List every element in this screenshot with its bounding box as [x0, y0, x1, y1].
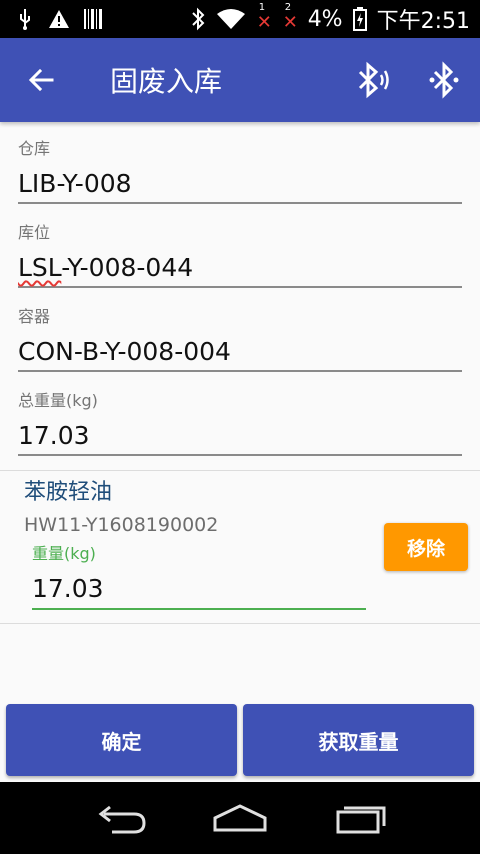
item-weight-label: 重量(kg) [32, 544, 96, 563]
usb-icon [20, 9, 30, 30]
warehouse-label: 仓库 [18, 139, 51, 158]
location-prefix-text: LSL [18, 253, 62, 282]
nav-home-icon[interactable] [210, 800, 270, 836]
container-field[interactable]: CON-B-Y-008-004 [18, 334, 462, 372]
container-label: 容器 [18, 307, 51, 326]
location-field[interactable]: LSL-Y-008-044 [18, 250, 462, 288]
nav-back-icon[interactable] [90, 800, 150, 836]
signal-sim1-icon: 1 ✕ [256, 2, 272, 33]
warning-icon [49, 10, 69, 28]
page-title: 固废入库 [110, 65, 223, 98]
bluetooth-status-icon [191, 7, 205, 31]
total-weight-label: 总重量(kg) [18, 391, 98, 410]
divider-top [0, 470, 480, 471]
bluetooth-audio-icon[interactable] [352, 60, 392, 100]
status-bar: 1 ✕ 2 ✕ 4% 下午2:51 [0, 0, 480, 38]
warehouse-field[interactable]: LIB-Y-008 [18, 166, 462, 204]
divider-bottom [0, 623, 480, 624]
item-weight-field[interactable]: 17.03 [32, 570, 366, 610]
barcode-icon [84, 9, 102, 29]
remove-button[interactable]: 移除 [384, 523, 468, 571]
signal-sim2-icon: 2 ✕ [282, 2, 298, 33]
item-name: 苯胺轻油 [24, 480, 113, 505]
battery-charging-icon [352, 7, 367, 31]
get-weight-button[interactable]: 获取重量 [243, 704, 474, 776]
confirm-button[interactable]: 确定 [6, 704, 237, 776]
total-weight-field[interactable]: 17.03 [18, 418, 462, 456]
wifi-icon [216, 9, 245, 29]
location-suffix-text: -Y-008-044 [61, 253, 194, 282]
back-arrow-icon[interactable] [22, 60, 62, 100]
clock: 下午2:51 [376, 9, 470, 34]
battery-percent: 4% [307, 6, 343, 32]
bluetooth-connected-icon[interactable] [424, 60, 464, 100]
item-code: HW11-Y1608190002 [24, 514, 219, 536]
location-label: 库位 [18, 223, 51, 242]
app-bar: 固废入库 [0, 38, 480, 122]
navigation-bar [0, 782, 480, 854]
nav-recents-icon[interactable] [332, 800, 392, 836]
